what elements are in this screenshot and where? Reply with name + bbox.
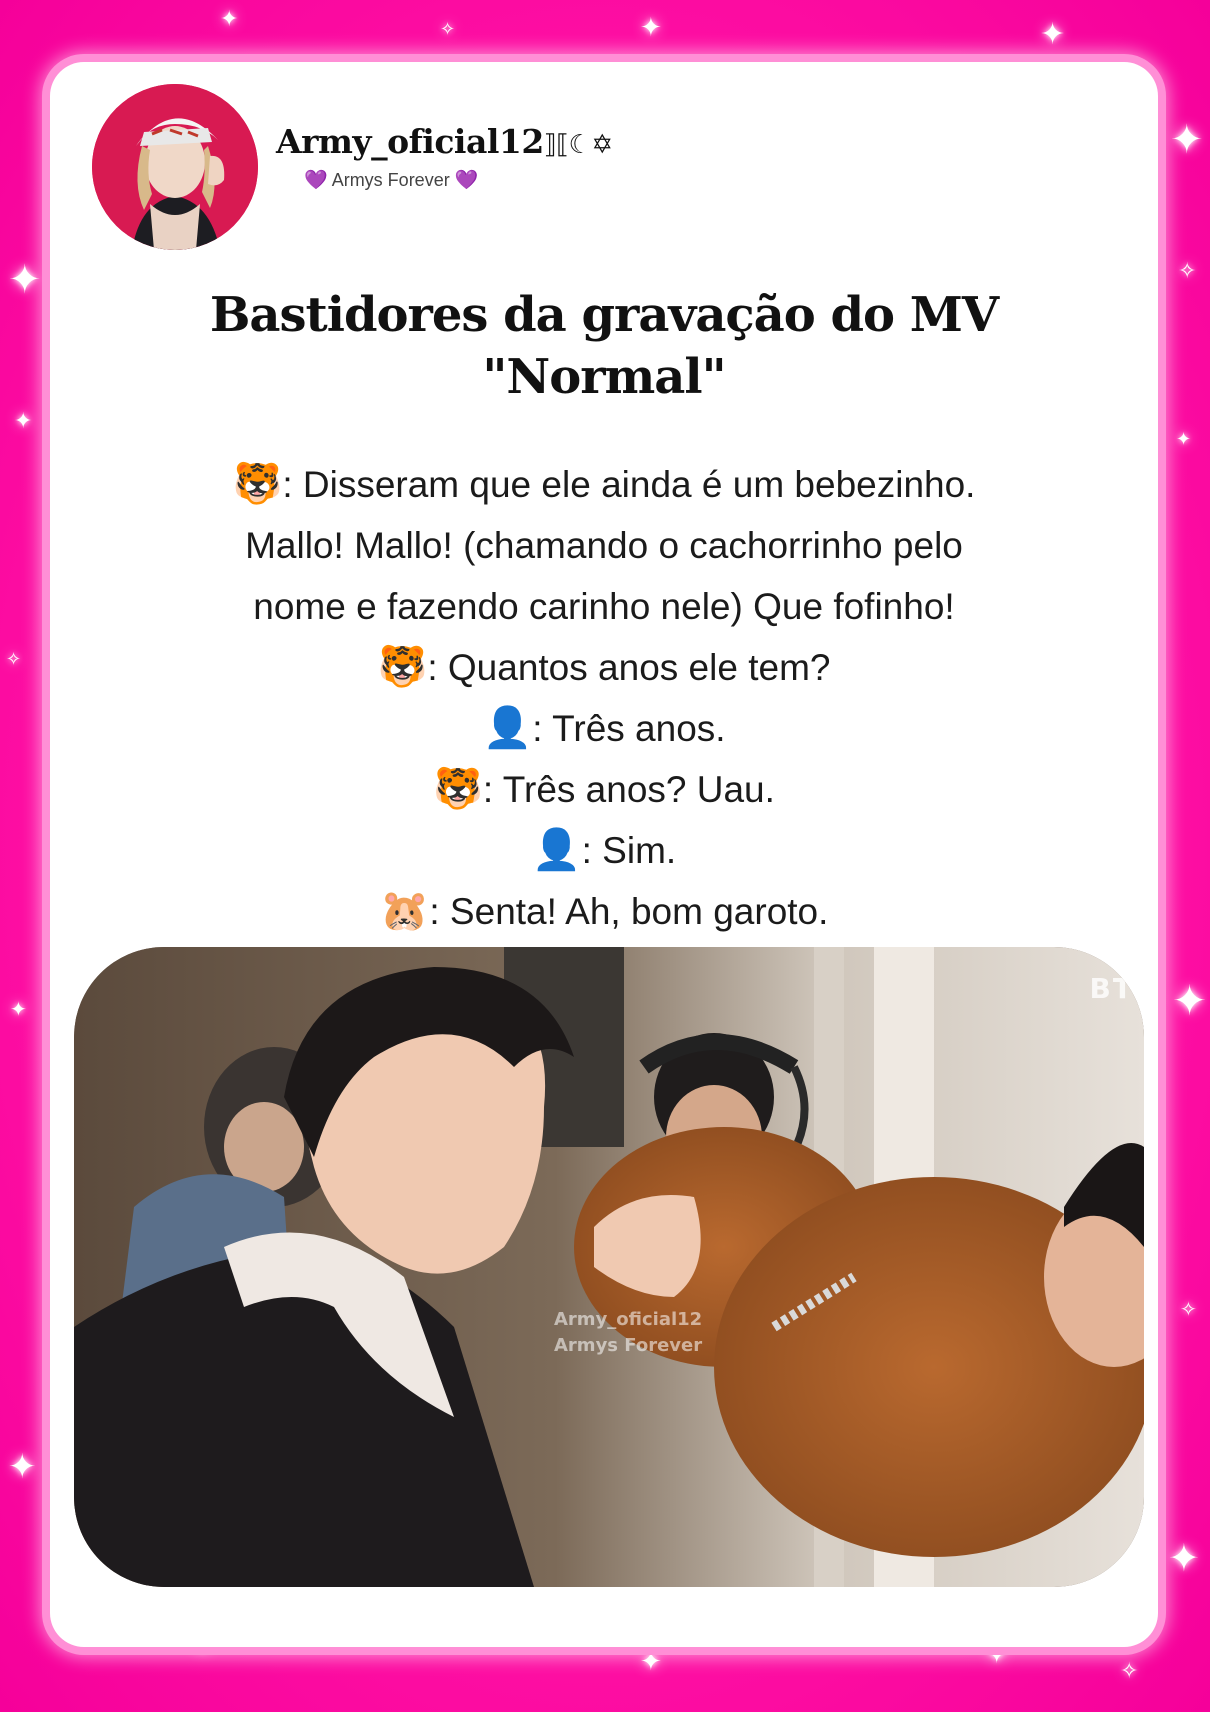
dialogue-line: 🐯: Quantos anos ele tem? (377, 645, 831, 689)
subtitle-text: Armys Forever (331, 170, 450, 190)
post-card: Army_oficial12⟧⟦☾✡ 💜 Armys Forever 💜 Bas… (50, 62, 1158, 1647)
tiger-face-icon: 🐯 (232, 462, 283, 506)
username[interactable]: Army_oficial12⟧⟦☾✡ (276, 122, 613, 161)
username-symbols: ⟧⟦☾✡ (543, 130, 613, 160)
title-line-2: "Normal" (482, 349, 726, 405)
person-silhouette-icon: 👤 (531, 828, 582, 872)
hamster-face-icon: 🐹 (379, 889, 430, 933)
corner-logo-text: BT (1089, 972, 1134, 1005)
dialogue-text: 🐯: Disseram que ele ainda é um bebezinho… (50, 454, 1158, 942)
video-still-photo[interactable]: Army_oficial12 Armys Forever BT (74, 947, 1144, 1587)
avatar[interactable] (92, 84, 258, 250)
photo-illustration (74, 947, 1144, 1587)
dialogue-line: 🐹: Senta! Ah, bom garoto. (379, 889, 829, 933)
watermark: Army_oficial12 Armys Forever (554, 1309, 703, 1356)
username-text: Army_oficial12 (276, 122, 544, 161)
dialogue-line: 👤: Sim. (531, 828, 677, 872)
tiger-face-icon: 🐯 (433, 767, 483, 811)
person-silhouette-icon: 👤 (482, 706, 533, 750)
dialogue-line: 🐯: Disseram que ele ainda é um bebezinho… (232, 462, 976, 506)
tiger-face-icon: 🐯 (377, 645, 428, 689)
dialogue-line: 🐯: Três anos? Uau. (433, 767, 775, 811)
purple-heart-icon: 💜 (454, 170, 479, 191)
title-line-1: Bastidores da gravação do MV (209, 287, 999, 343)
dialogue-line: Mallo! Mallo! (chamando o cachorrinho pe… (245, 525, 963, 566)
post-title: Bastidores da gravação do MV "Normal" (50, 284, 1158, 408)
profile-subtitle: 💜 Armys Forever 💜 (304, 168, 478, 192)
purple-heart-icon: 💜 (304, 170, 328, 191)
dialogue-line: 👤: Três anos. (482, 706, 726, 750)
dialogue-line: nome e fazendo carinho nele) Que fofinho… (253, 586, 955, 627)
